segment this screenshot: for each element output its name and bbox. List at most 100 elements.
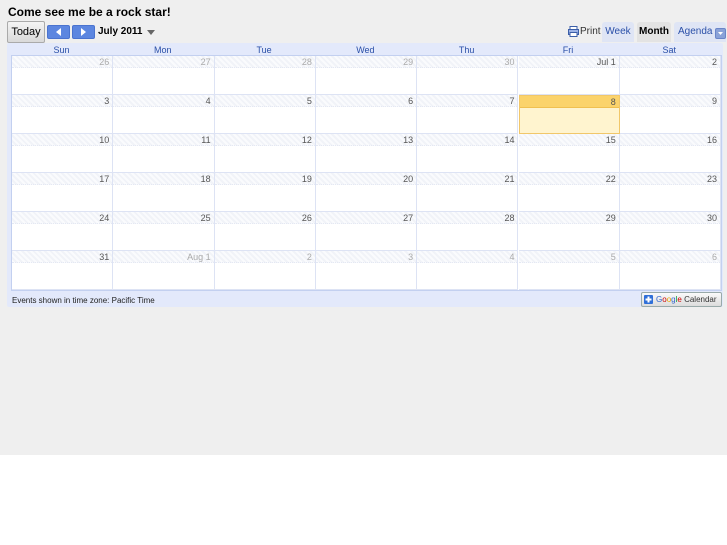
day-cell-header: 26: [214, 212, 315, 224]
day-number: 18: [200, 174, 211, 184]
day-number: 29: [403, 57, 414, 67]
day-number: 8: [610, 97, 616, 107]
day-cell[interactable]: 7: [417, 95, 519, 134]
tab-week[interactable]: Week: [602, 22, 634, 42]
day-cell[interactable]: 24: [12, 212, 114, 251]
day-number: 25: [200, 213, 211, 223]
day-cell[interactable]: 26: [12, 56, 114, 95]
day-cell[interactable]: 28: [417, 212, 519, 251]
day-cell-header: 9: [619, 95, 720, 107]
day-number: 28: [504, 213, 515, 223]
day-number: 3: [408, 252, 414, 262]
day-cell[interactable]: 9: [619, 95, 721, 134]
google-calendar-badge[interactable]: Google Calendar: [641, 292, 722, 307]
day-cell[interactable]: 29: [315, 56, 418, 95]
day-cell[interactable]: 15: [518, 134, 620, 173]
day-header-thu: Thu: [458, 45, 475, 55]
day-cell[interactable]: 23: [619, 173, 721, 212]
view-menu-dropdown[interactable]: [715, 28, 726, 39]
day-cell[interactable]: 3: [12, 95, 114, 134]
day-cell[interactable]: 11: [113, 134, 215, 173]
day-cell[interactable]: 29: [518, 212, 620, 251]
day-number: 15: [605, 135, 616, 145]
day-number: 10: [99, 135, 110, 145]
next-month-button[interactable]: [72, 25, 95, 39]
day-number: 28: [301, 57, 312, 67]
day-cell[interactable]: 30: [619, 212, 721, 251]
day-number: 26: [301, 213, 312, 223]
day-cell[interactable]: 14: [417, 134, 519, 173]
day-cell[interactable]: 5: [518, 251, 620, 290]
day-cell-header: 4: [113, 95, 214, 107]
day-number: 16: [706, 135, 717, 145]
print-button[interactable]: Print: [568, 26, 601, 37]
day-cell[interactable]: 28: [214, 56, 316, 95]
calendar-embed: Come see me be a rock star! Today July 2…: [0, 0, 727, 455]
day-number: 7: [509, 96, 515, 106]
day-number: 17: [99, 174, 110, 184]
day-cell[interactable]: 27: [113, 56, 215, 95]
day-cell-header: 20: [315, 173, 417, 185]
day-cell[interactable]: 4: [417, 251, 519, 290]
day-number: 21: [504, 174, 515, 184]
day-cell[interactable]: 31: [12, 251, 114, 290]
day-cell[interactable]: 10: [12, 134, 114, 173]
day-cell-header: 27: [113, 56, 214, 68]
day-cell[interactable]: 5: [214, 95, 316, 134]
day-cell[interactable]: 6: [315, 95, 418, 134]
day-cell[interactable]: 13: [315, 134, 418, 173]
day-cell[interactable]: 27: [315, 212, 418, 251]
chevron-down-icon[interactable]: [147, 30, 155, 35]
day-cell-header: 29: [518, 212, 619, 224]
day-cell-header: 17: [12, 173, 113, 185]
day-cell-header: 22: [518, 173, 619, 185]
day-cell[interactable]: 16: [619, 134, 721, 173]
day-cell[interactable]: 22: [518, 173, 620, 212]
printer-icon: [568, 26, 579, 37]
day-number: 30: [504, 57, 515, 67]
day-cell-header: 8: [519, 96, 619, 108]
day-cell[interactable]: 3: [315, 251, 418, 290]
day-cell-header: 28: [214, 56, 315, 68]
day-cell[interactable]: Jul 1: [518, 56, 620, 95]
day-cell-header: 6: [315, 95, 417, 107]
day-cell[interactable]: 18: [113, 173, 215, 212]
day-cell-today[interactable]: 8: [518, 95, 620, 134]
day-number: 5: [610, 252, 616, 262]
day-cell[interactable]: 26: [214, 212, 316, 251]
day-cell-header: 7: [417, 95, 518, 107]
day-cell[interactable]: 12: [214, 134, 316, 173]
day-number: 6: [408, 96, 414, 106]
day-cell-header: 4: [417, 251, 518, 263]
day-cell-header: 23: [619, 173, 720, 185]
day-cell[interactable]: 2: [619, 56, 721, 95]
day-cell-header: 28: [417, 212, 518, 224]
day-number: 4: [509, 252, 515, 262]
day-cell[interactable]: 2: [214, 251, 316, 290]
day-cell[interactable]: Aug 1: [113, 251, 215, 290]
day-cell[interactable]: 20: [315, 173, 418, 212]
tab-month[interactable]: Month: [637, 22, 671, 42]
day-cell[interactable]: 6: [619, 251, 721, 290]
day-header-sat: Sat: [662, 45, 677, 55]
current-date-label[interactable]: July 2011: [98, 26, 142, 37]
day-cell[interactable]: 30: [417, 56, 519, 95]
day-cell[interactable]: 21: [417, 173, 519, 212]
google-calendar-label: Google Calendar: [656, 295, 717, 304]
day-header-mon: Mon: [154, 45, 172, 55]
day-cell-header: 15: [518, 134, 619, 146]
day-cell[interactable]: 17: [12, 173, 114, 212]
day-header-tue: Tue: [256, 45, 272, 55]
day-number: 13: [403, 135, 414, 145]
day-number: Aug 1: [187, 252, 211, 262]
day-cell-header: 14: [417, 134, 518, 146]
day-cell-header: Jul 1: [518, 56, 619, 68]
day-number: 6: [711, 252, 717, 262]
day-cell-header: 11: [113, 134, 214, 146]
day-cell[interactable]: 25: [113, 212, 215, 251]
previous-month-button[interactable]: [47, 25, 70, 39]
day-cell[interactable]: 19: [214, 173, 316, 212]
day-cell[interactable]: 4: [113, 95, 215, 134]
today-button[interactable]: Today: [7, 21, 45, 43]
day-cell-header: 30: [417, 56, 518, 68]
